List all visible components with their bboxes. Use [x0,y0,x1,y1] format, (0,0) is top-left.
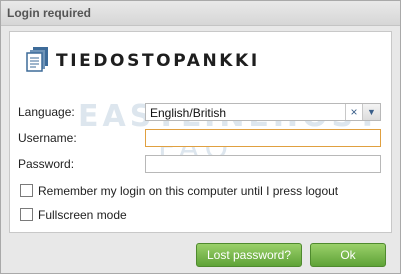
fullscreen-checkbox[interactable] [20,208,33,221]
login-dialog: Login required TIEDOSTOPANKKI EASYLINEHO… [0,0,401,274]
clear-icon[interactable]: × [345,104,362,120]
document-stack-icon [26,47,48,72]
language-selected-value: English/British [150,106,227,120]
password-input[interactable] [145,155,381,173]
username-input[interactable] [145,129,381,147]
login-panel: TIEDOSTOPANKKI EASYLINEHOST FAQ Language… [9,31,392,233]
language-label: Language: [18,105,75,119]
fullscreen-label: Fullscreen mode [38,208,127,222]
remember-login-label: Remember my login on this computer until… [38,184,339,198]
chevron-down-icon[interactable]: ▼ [362,104,380,120]
remember-login-checkbox[interactable] [20,184,33,197]
remember-login-option[interactable]: Remember my login on this computer until… [20,184,338,198]
window-title: Login required [7,6,91,20]
language-select[interactable]: English/British × ▼ [145,103,381,121]
brand-logo-text: TIEDOSTOPANKKI [56,51,260,71]
lost-password-button[interactable]: Lost password? [196,243,302,267]
ok-button[interactable]: Ok [310,243,386,267]
password-label: Password: [18,157,75,171]
username-label: Username: [18,131,77,145]
fullscreen-option[interactable]: Fullscreen mode [20,208,127,222]
title-bar[interactable]: Login required [1,1,400,26]
